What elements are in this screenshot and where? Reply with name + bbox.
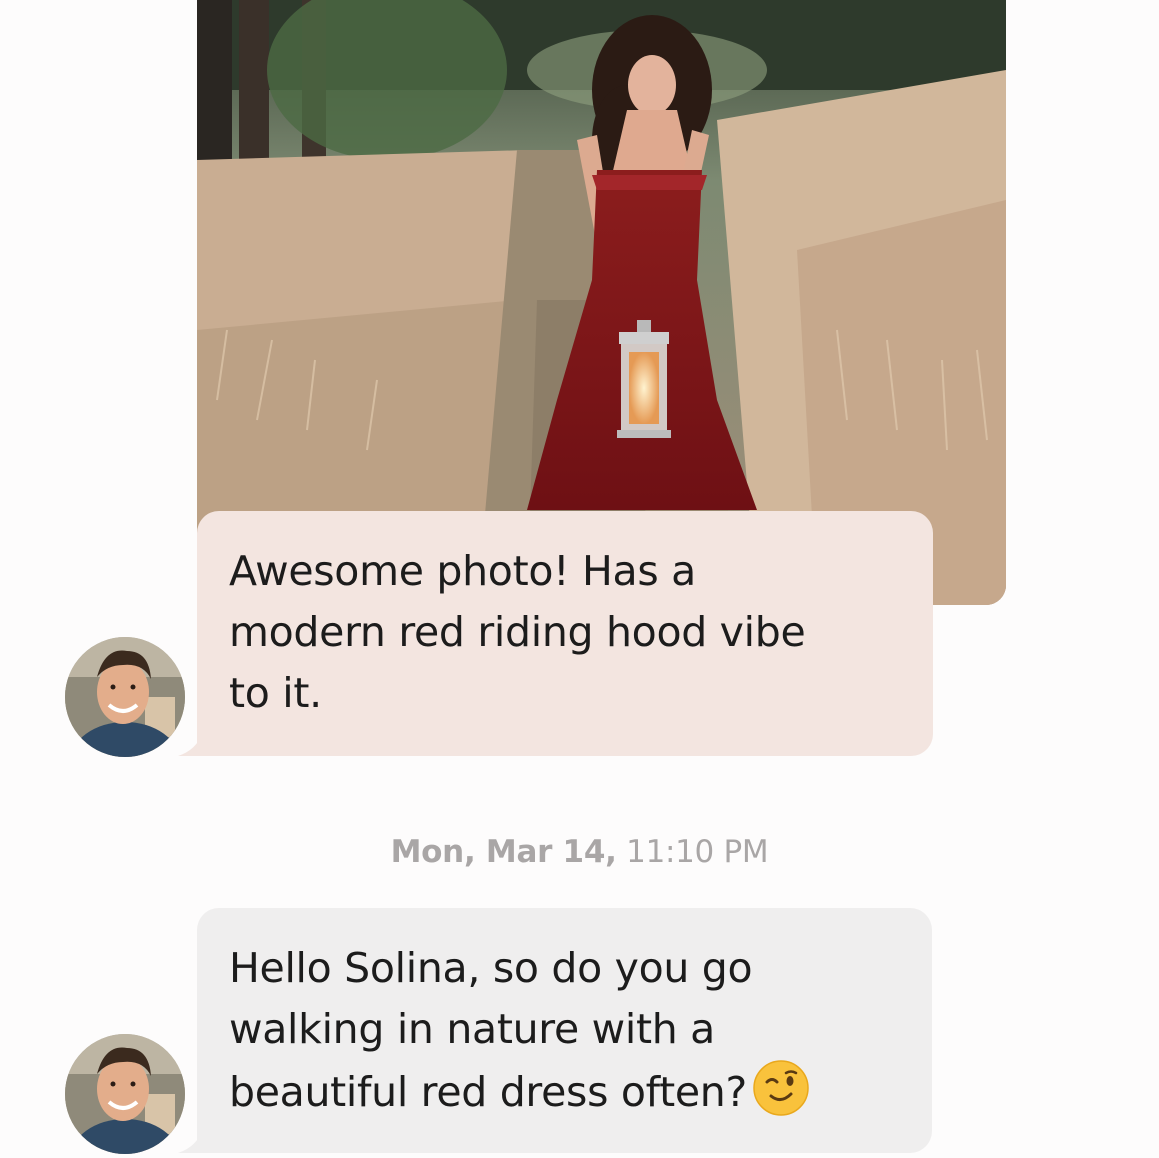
chat-screen: Awesome photo! Has a modern red riding h…	[0, 0, 1159, 1158]
avatar-photo	[65, 1034, 185, 1154]
message-text-line: to it.	[229, 669, 322, 717]
message-text-line: Hello Solina, so do you go	[229, 944, 753, 992]
message-text-line: Awesome photo! Has a	[229, 547, 696, 595]
message-text-line: modern red riding hood vibe	[229, 608, 806, 656]
message-text-segment: beautiful red dress often?	[229, 1068, 747, 1116]
message-text-line: walking in nature with a	[229, 1005, 715, 1053]
message-text-line: beautiful red dress often?	[229, 1060, 900, 1123]
timestamp-day: Mon, Mar 14,	[390, 834, 617, 870]
sender-avatar[interactable]	[65, 1034, 185, 1154]
message-timestamp: Mon, Mar 14, 11:10 PM	[0, 834, 1159, 870]
winking-face-emoji-icon	[753, 1060, 809, 1116]
avatar-photo	[65, 637, 185, 757]
timestamp-time: 11:10 PM	[626, 834, 769, 870]
sender-avatar[interactable]	[65, 637, 185, 757]
message-bubble-received[interactable]: Awesome photo! Has a modern red riding h…	[197, 511, 933, 756]
message-bubble-received[interactable]: Hello Solina, so do you go walking in na…	[197, 908, 932, 1153]
